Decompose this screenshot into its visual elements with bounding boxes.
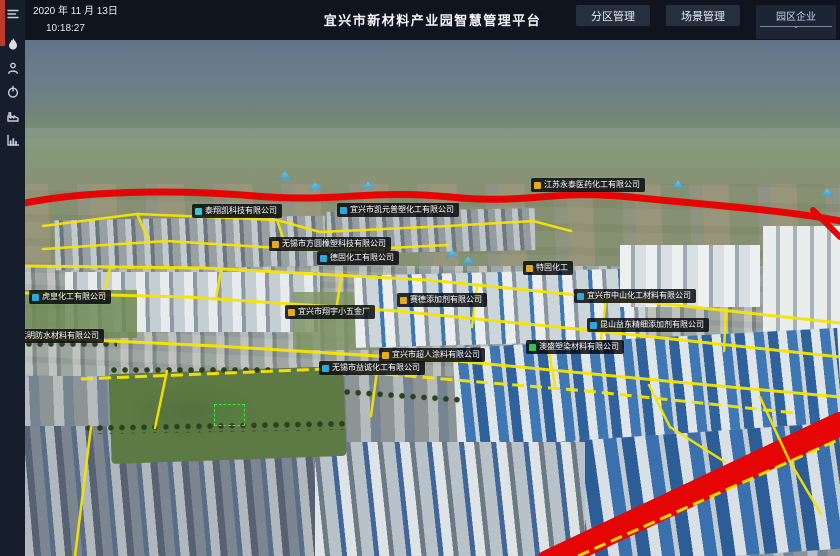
factory-icon [6,109,20,123]
building-marker-icon [526,265,533,272]
power-button[interactable] [0,80,25,104]
menu-icon [6,7,20,21]
chevron-down-icon: ˇ [794,27,797,39]
park-enterprise-dropdown[interactable]: 园区企业 ˇ [756,5,836,39]
header-actions: 分区管理 场景管理 园区企业 ˇ [576,5,836,39]
building-label-text: 宜兴市中山化工材料有限公司 [587,292,691,300]
building-label[interactable]: 虎皇化工有限公司 [29,290,111,304]
building-label[interactable]: 澳盛塑染材料有限公司 [526,340,624,354]
building-label[interactable]: 宜兴市中山化工材料有限公司 [574,289,696,303]
building-marker-icon [195,208,202,215]
selection-box [214,404,245,426]
building-marker-icon [320,255,327,262]
building-label-text: 泰翔凯科技有限公司 [205,207,277,215]
building-marker-icon [534,182,541,189]
building-marker-icon [288,309,295,316]
building-label[interactable]: 无锡市方圆橡塑科技有限公司 [269,237,391,251]
building-label-text: 宜兴市远明防水材料有限公司 [25,332,99,340]
building-marker-icon [529,344,536,351]
flame-icon [6,37,20,51]
building-marker-icon [400,297,407,304]
building-marker-icon [382,352,389,359]
top-bar: 2020 年 11 月 13日 10:18:27 宜兴市新材料产业园智慧管理平台… [25,0,840,40]
sidebar [0,0,25,556]
building-label-text: 无锡市益诚化工有限公司 [332,364,420,372]
building-marker-icon [340,207,347,214]
building-label-text: 德固化工有限公司 [330,254,394,262]
factory-button[interactable] [0,104,25,128]
building-label-text: 赛德添加剂有限公司 [410,296,482,304]
building-label[interactable]: 德固化工有限公司 [317,251,399,265]
building-label[interactable]: 昆山益东精细添加剂有限公司 [587,318,709,332]
building-label[interactable]: 特固化工 [523,261,573,275]
building-label[interactable]: 无锡市益诚化工有限公司 [319,361,425,375]
building-label-text: 虎皇化工有限公司 [42,293,106,301]
app-window: 2020 年 11 月 13日 10:18:27 宜兴市新材料产业园智慧管理平台… [0,0,840,556]
building-marker-icon [577,293,584,300]
building-marker-icon [322,365,329,372]
zone-management-button[interactable]: 分区管理 [576,5,650,26]
building-label-text: 澳盛塑染材料有限公司 [539,343,619,351]
building-label-text: 无锡市方圆橡塑科技有限公司 [282,240,386,248]
building-label[interactable]: 宜兴市凯元普塑化工有限公司 [337,203,459,217]
building-label[interactable]: 赛德添加剂有限公司 [397,293,487,307]
building-marker-icon [590,322,597,329]
building-label-text: 宜兴市超人涂料有限公司 [392,351,480,359]
bar-chart-icon [6,133,20,147]
building-label[interactable]: 宜兴市翔宇小五金厂 [285,305,375,319]
yellow-dashed-road [81,369,840,556]
person-icon [6,61,20,75]
map-3d-view[interactable]: 泰翔凯科技有限公司 宜兴市凯元普塑化工有限公司无锡市方圆橡塑科技有限公司德固化工有… [25,40,840,556]
menu-button[interactable] [0,2,25,26]
building-label-text: 昆山益东精细添加剂有限公司 [600,321,704,329]
power-icon [6,85,20,99]
alarm-button[interactable] [0,32,25,56]
building-marker-icon [32,294,39,301]
statistics-button[interactable] [0,128,25,152]
building-label-text: 江苏永泰医药化工有限公司 [544,181,640,189]
building-label[interactable]: 宜兴市远明防水材料有限公司 [25,329,104,343]
building-marker-icon [272,241,279,248]
building-label-text: 特固化工 [536,264,568,272]
building-label[interactable]: 宜兴市超人涂料有限公司 [379,348,485,362]
scene-management-button[interactable]: 场景管理 [666,5,740,26]
yellow-road [25,214,840,556]
personnel-button[interactable] [0,56,25,80]
building-label-text: 宜兴市凯元普塑化工有限公司 [350,206,454,214]
building-label-text: 宜兴市翔宇小五金厂 [298,308,370,316]
park-enterprise-dropdown-label: 园区企业 [760,7,832,27]
building-label[interactable]: 泰翔凯科技有限公司 [192,204,282,218]
building-label[interactable]: 江苏永泰医药化工有限公司 [531,178,645,192]
